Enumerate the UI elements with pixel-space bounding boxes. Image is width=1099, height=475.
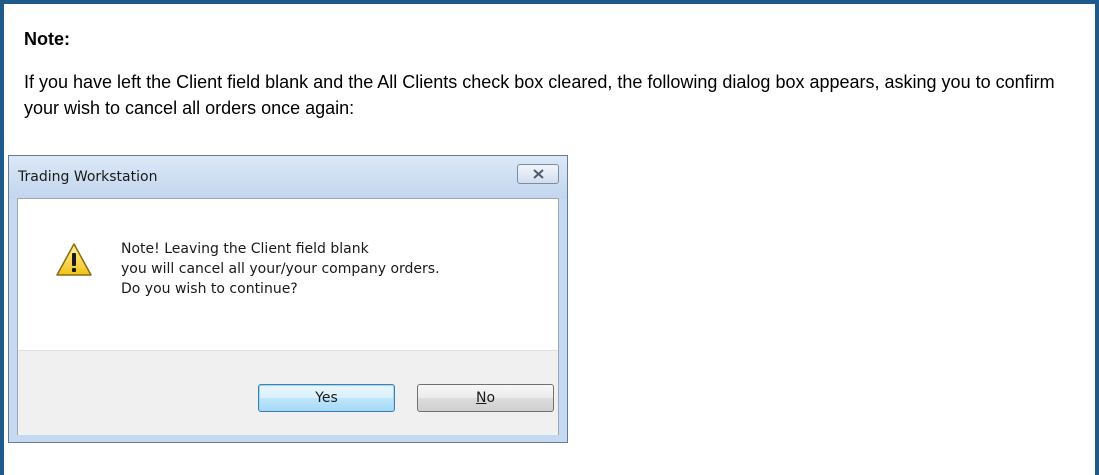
dialog-titlebar[interactable]: Trading Workstation — [9, 156, 567, 198]
note-body: If you have left the Client field blank … — [24, 72, 1055, 118]
dialog-content: Note! Leaving the Client field blank you… — [17, 198, 559, 435]
dialog-title: Trading Workstation — [18, 169, 158, 185]
no-button[interactable]: No — [417, 384, 554, 412]
no-mnemonic: N — [475, 390, 487, 406]
message-line: you will cancel all your/your company or… — [121, 261, 440, 277]
dialog-footer: Yes No — [18, 350, 558, 435]
yes-button[interactable]: Yes — [258, 384, 395, 412]
note-box: Note: If you have left the Client field … — [0, 0, 1099, 475]
close-icon — [533, 169, 544, 179]
note-title: Note: — [24, 29, 70, 49]
confirm-dialog: Trading Workstation Note! Leaving the Cl… — [8, 155, 568, 443]
warning-icon — [56, 243, 92, 276]
message-line: Do you wish to continue? — [121, 281, 298, 297]
dialog-message: Note! Leaving the Client field blank you… — [121, 239, 440, 299]
message-line: Note! Leaving the Client field blank — [121, 241, 369, 257]
no-label-rest: o — [486, 390, 496, 406]
close-button[interactable] — [517, 164, 559, 184]
